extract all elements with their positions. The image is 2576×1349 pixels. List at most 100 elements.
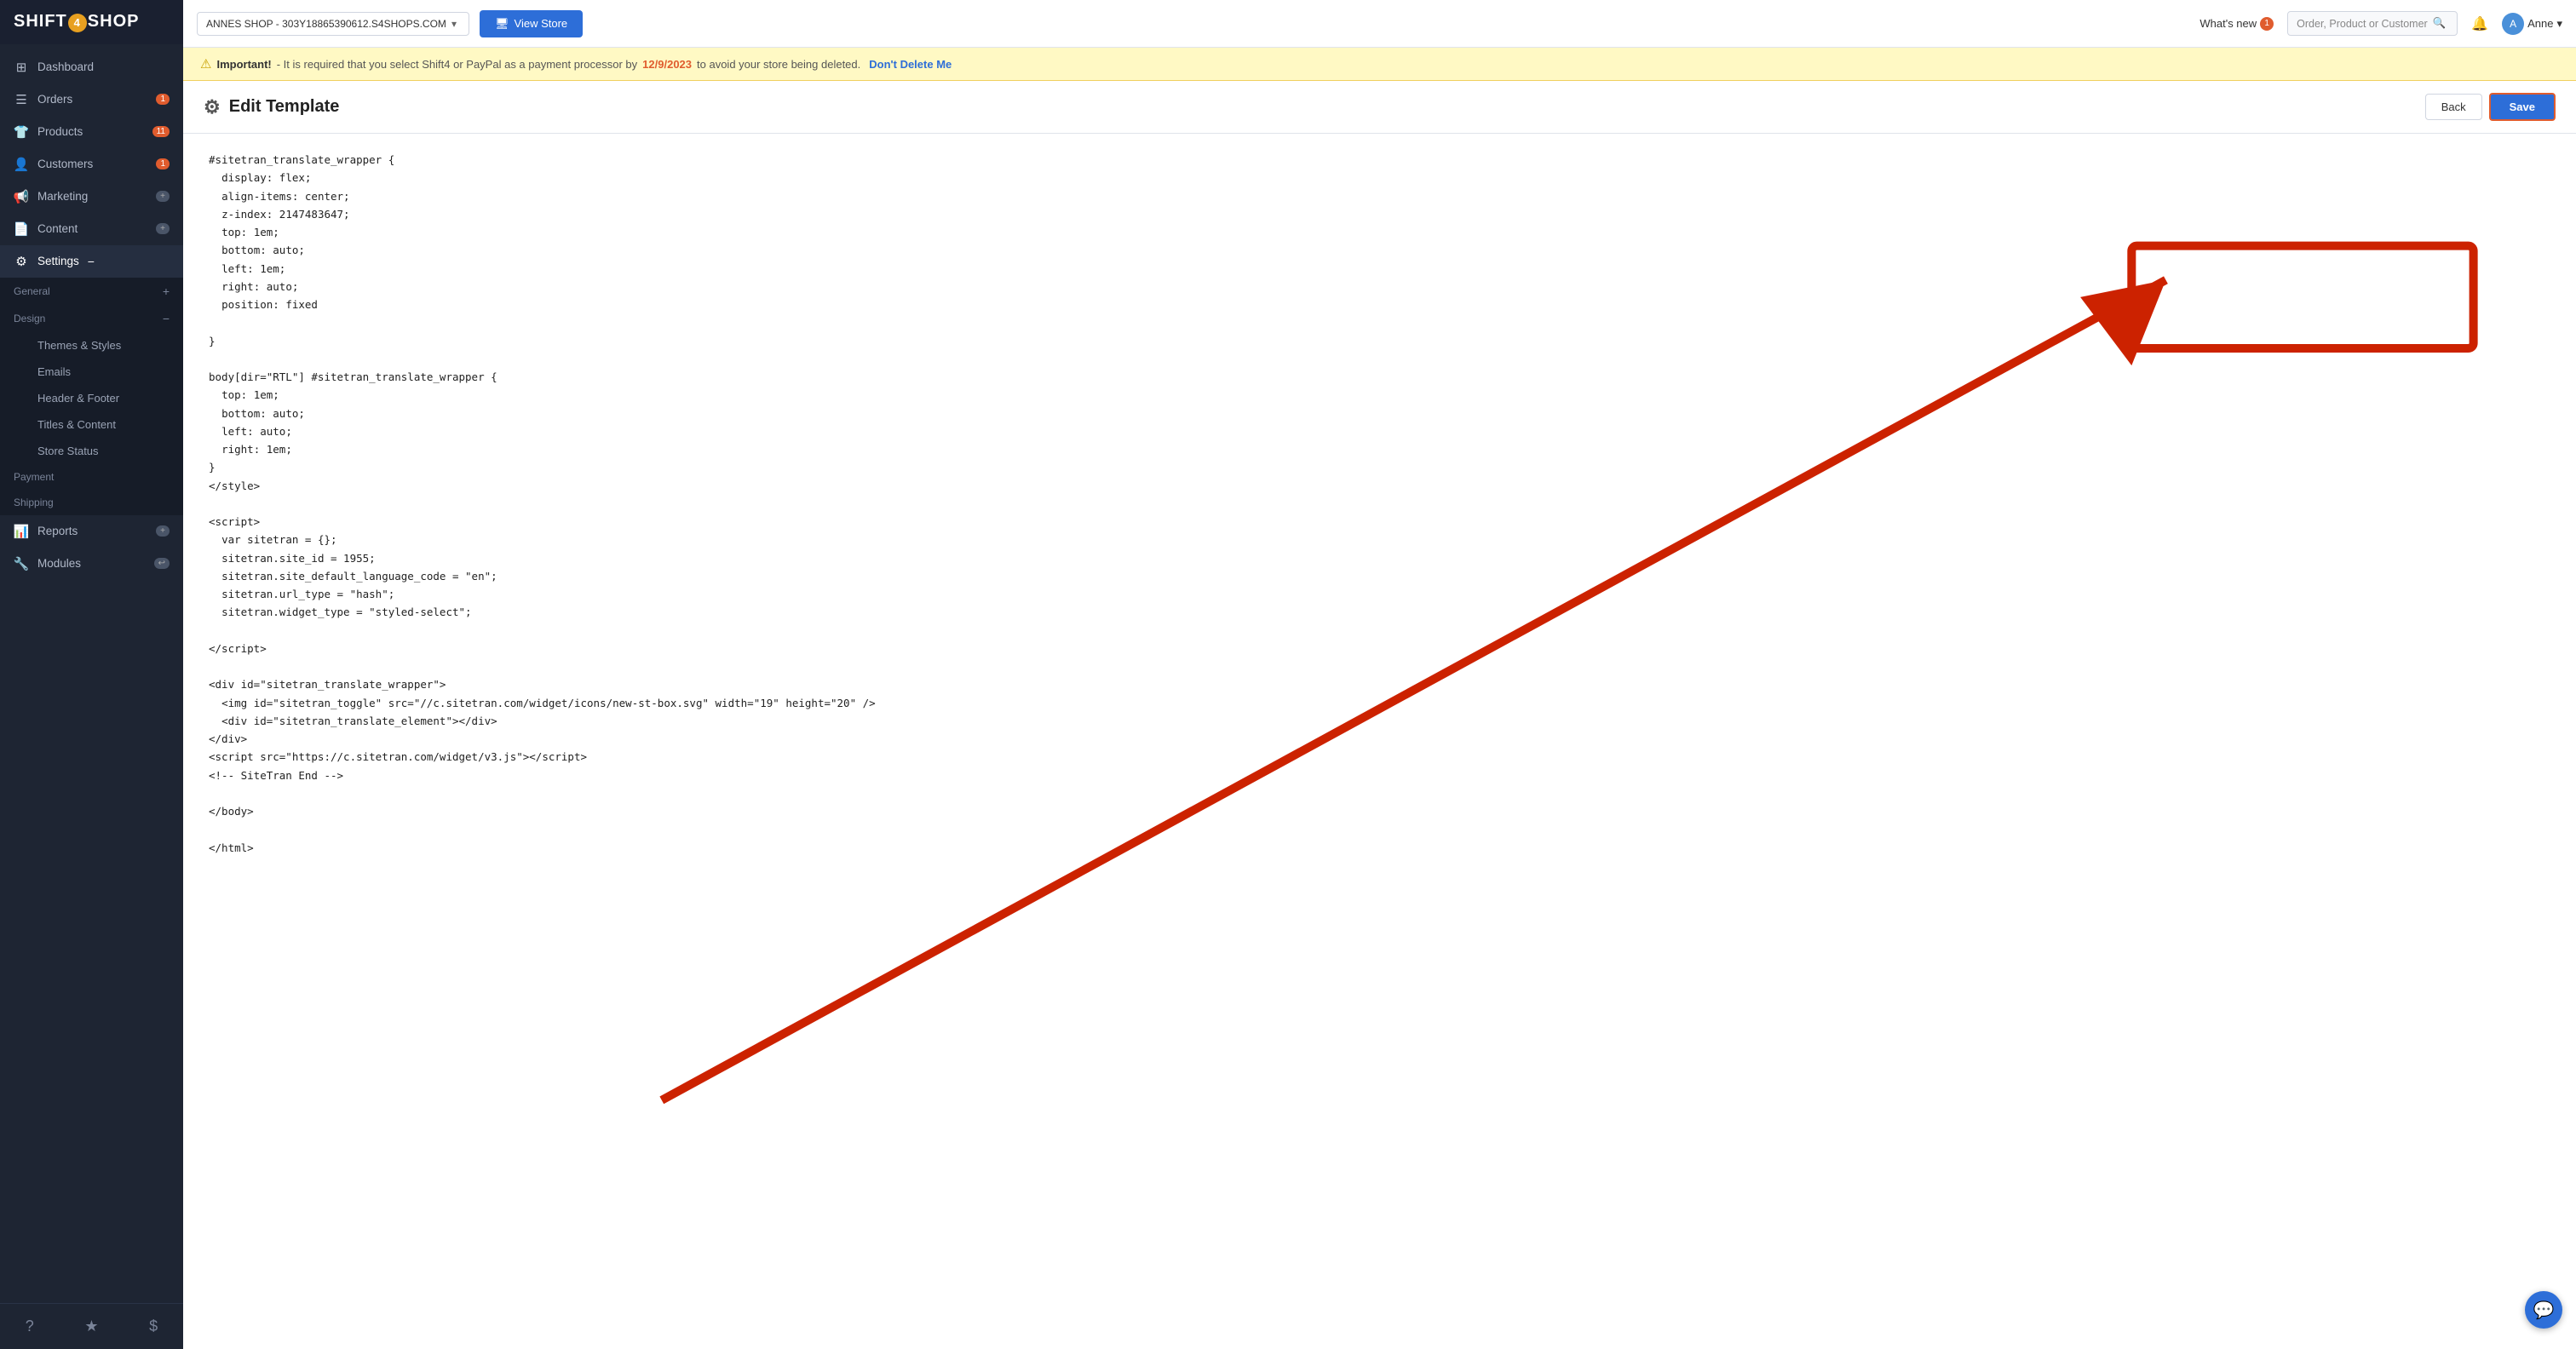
- whats-new-badge: 1: [2260, 17, 2274, 31]
- settings-general-header[interactable]: General +: [0, 278, 183, 305]
- chat-bubble[interactable]: 💬: [2525, 1291, 2562, 1329]
- search-icon: 🔍: [2433, 17, 2447, 30]
- content-area: ⚙ Edit Template Back Save #sitetran_tran…: [183, 81, 2576, 1349]
- sidebar-item-label: Settings: [37, 255, 79, 267]
- bell-icon[interactable]: 🔔: [2471, 15, 2488, 32]
- page-title: ⚙ Edit Template: [204, 96, 339, 118]
- alert-link[interactable]: Don't Delete Me: [869, 58, 952, 71]
- alert-date: 12/9/2023: [642, 58, 692, 71]
- search-box[interactable]: Order, Product or Customer 🔍: [2287, 11, 2458, 36]
- reports-icon: 📊: [14, 524, 29, 539]
- topbar-right: What's new 1 Order, Product or Customer …: [2199, 11, 2562, 36]
- content-plus: +: [156, 223, 170, 234]
- topbar: ANNES SHOP - 303Y18865390612.S4SHOPS.COM…: [183, 0, 2576, 48]
- marketing-plus: +: [156, 191, 170, 202]
- view-store-button[interactable]: 🖥 View Store: [480, 10, 583, 37]
- sidebar-nav: ⊞ Dashboard ☰ Orders 1 👕 Products 11 👤 C…: [0, 44, 183, 1304]
- page-title-text: Edit Template: [229, 97, 340, 117]
- alert-banner: ⚠ Important! - It is required that you s…: [183, 48, 2576, 81]
- user-name: Anne: [2527, 17, 2553, 30]
- view-store-label: View Store: [515, 17, 568, 30]
- modules-label: Modules: [37, 557, 81, 570]
- general-expand-icon: +: [163, 284, 170, 298]
- alert-message: - It is required that you select Shift4 …: [277, 58, 637, 71]
- emails-label: Emails: [37, 365, 71, 378]
- sidebar-item-customers[interactable]: 👤 Customers 1: [0, 148, 183, 181]
- customers-icon: 👤: [14, 157, 29, 172]
- themes-styles-label: Themes & Styles: [37, 339, 121, 352]
- sidebar-item-label: Customers: [37, 158, 93, 170]
- sidebar-item-label: Orders: [37, 93, 72, 106]
- shipping-label: Shipping: [14, 497, 54, 508]
- design-submenu: Themes & Styles Emails Header & Footer T…: [0, 332, 183, 464]
- modules-icon: 🔧: [14, 556, 29, 571]
- marketing-icon: 📢: [14, 189, 29, 204]
- sidebar: SHIFT4SHOP ⊞ Dashboard ☰ Orders 1 👕 Prod…: [0, 0, 183, 1349]
- reports-plus: +: [156, 525, 170, 537]
- header-footer-label: Header & Footer: [37, 392, 119, 405]
- store-selector[interactable]: ANNES SHOP - 303Y18865390612.S4SHOPS.COM…: [197, 12, 469, 36]
- dollar-icon[interactable]: $: [141, 1312, 166, 1340]
- alert-message2: to avoid your store being deleted.: [697, 58, 860, 71]
- sidebar-item-settings[interactable]: ⚙ Settings −: [0, 245, 183, 278]
- payment-label: Payment: [14, 471, 54, 483]
- settings-shipping-header[interactable]: Shipping: [0, 490, 183, 515]
- warning-icon: ⚠: [200, 56, 211, 72]
- store-status-label: Store Status: [37, 445, 99, 457]
- sidebar-item-orders[interactable]: ☰ Orders 1: [0, 83, 183, 116]
- settings-expand-icon: −: [88, 255, 95, 268]
- products-badge: 11: [152, 126, 170, 137]
- sidebar-item-reports[interactable]: 📊 Reports +: [0, 515, 183, 548]
- store-selector-caret: ▾: [451, 18, 457, 30]
- products-icon: 👕: [14, 124, 29, 140]
- design-label: Design: [14, 313, 45, 324]
- sidebar-item-products[interactable]: 👕 Products 11: [0, 116, 183, 148]
- reports-label: Reports: [37, 525, 78, 537]
- chat-icon: 💬: [2533, 1300, 2555, 1321]
- whats-new[interactable]: What's new 1: [2199, 17, 2274, 31]
- design-expand-icon: −: [163, 312, 170, 325]
- settings-submenu: General + Design − Themes & Styles Email…: [0, 278, 183, 515]
- logo-4: 4: [68, 14, 87, 32]
- sidebar-item-label: Marketing: [37, 190, 88, 203]
- logo-text: SHIFT4SHOP: [14, 12, 139, 32]
- sidebar-item-dashboard[interactable]: ⊞ Dashboard: [0, 51, 183, 83]
- alert-bold: Important!: [216, 58, 271, 71]
- sidebar-item-emails[interactable]: Emails: [0, 359, 183, 385]
- sidebar-item-content[interactable]: 📄 Content +: [0, 213, 183, 245]
- help-icon[interactable]: ?: [17, 1312, 43, 1340]
- sidebar-item-modules[interactable]: 🔧 Modules ↩: [0, 548, 183, 580]
- view-store-icon: 🖥: [495, 17, 509, 31]
- store-name: ANNES SHOP - 303Y18865390612.S4SHOPS.COM: [206, 18, 446, 30]
- star-icon[interactable]: ★: [76, 1312, 106, 1340]
- page-gear-icon: ⚙: [204, 96, 221, 118]
- sidebar-item-label: Content: [37, 222, 78, 235]
- code-content: #sitetran_translate_wrapper { display: f…: [209, 151, 2550, 857]
- customers-badge: 1: [156, 158, 170, 169]
- sidebar-item-store-status[interactable]: Store Status: [0, 438, 183, 464]
- settings-payment-header[interactable]: Payment: [0, 464, 183, 490]
- back-button[interactable]: Back: [2425, 94, 2482, 120]
- settings-icon: ⚙: [14, 254, 29, 269]
- sidebar-item-header-footer[interactable]: Header & Footer: [0, 385, 183, 411]
- orders-badge: 1: [156, 94, 170, 105]
- sidebar-item-marketing[interactable]: 📢 Marketing +: [0, 181, 183, 213]
- sidebar-item-label: Dashboard: [37, 60, 94, 73]
- main: ANNES SHOP - 303Y18865390612.S4SHOPS.COM…: [183, 0, 2576, 1349]
- sidebar-item-themes-styles[interactable]: Themes & Styles: [0, 332, 183, 359]
- page-header: ⚙ Edit Template Back Save: [183, 81, 2576, 134]
- titles-content-label: Titles & Content: [37, 418, 116, 431]
- logo: SHIFT4SHOP: [0, 0, 183, 44]
- user-menu-caret: ▾: [2556, 17, 2562, 31]
- whats-new-label: What's new: [2199, 17, 2257, 30]
- save-button[interactable]: Save: [2489, 93, 2556, 121]
- user-menu[interactable]: A Anne ▾: [2502, 13, 2562, 35]
- dashboard-icon: ⊞: [14, 60, 29, 75]
- sidebar-bottom: ? ★ $: [0, 1303, 183, 1349]
- code-editor[interactable]: #sitetran_translate_wrapper { display: f…: [183, 134, 2576, 1349]
- orders-icon: ☰: [14, 92, 29, 107]
- header-actions: Back Save: [2425, 93, 2556, 121]
- settings-design-header[interactable]: Design −: [0, 305, 183, 332]
- sidebar-item-titles-content[interactable]: Titles & Content: [0, 411, 183, 438]
- sidebar-item-label: Products: [37, 125, 83, 138]
